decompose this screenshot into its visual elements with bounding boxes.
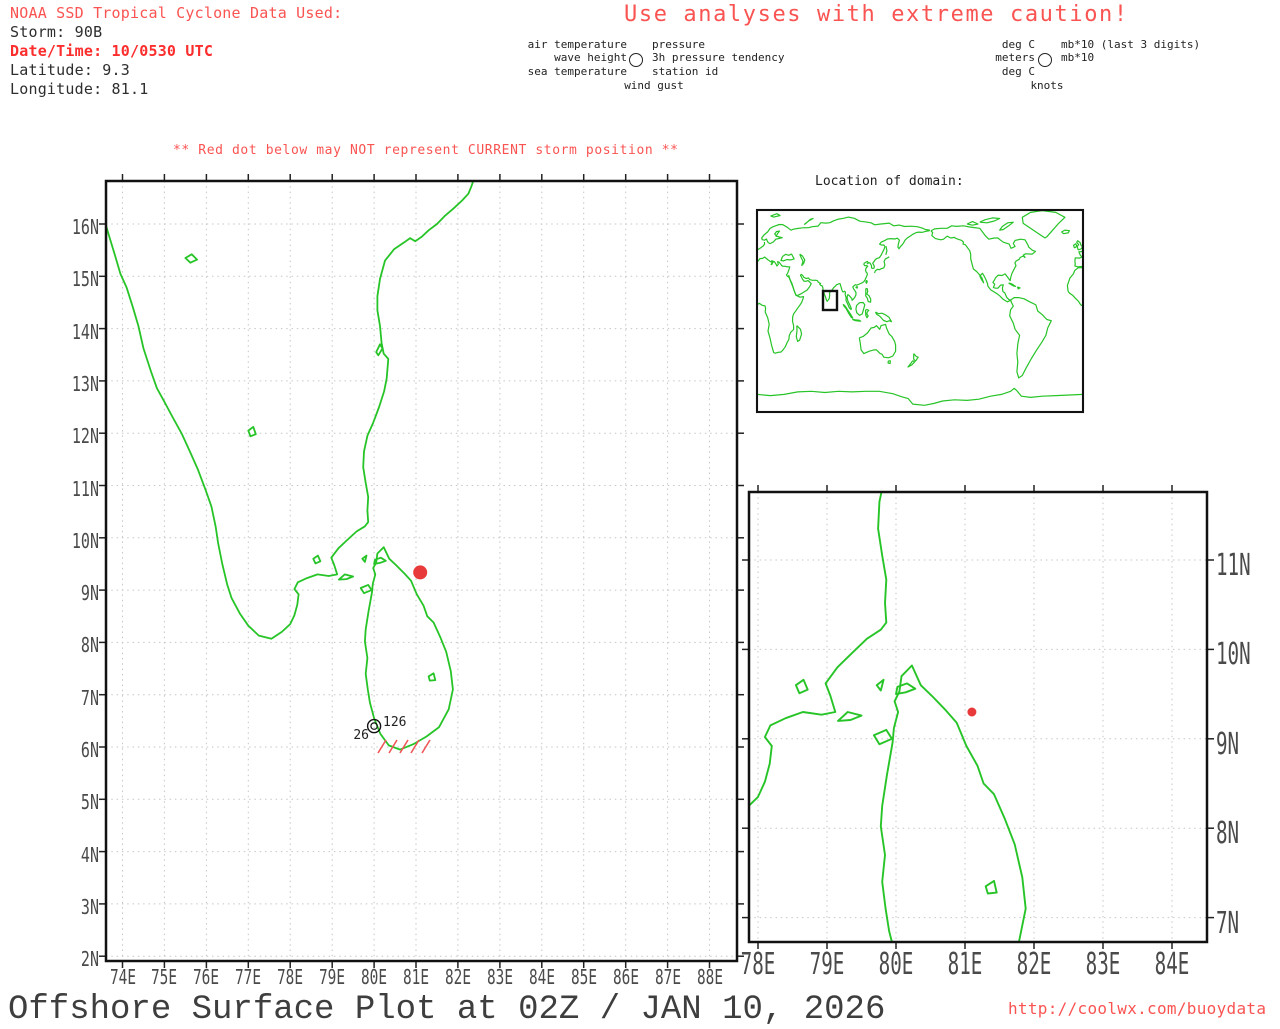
main-x-tick-label: 75E xyxy=(151,965,178,989)
buoy-station-plot[interactable] xyxy=(366,718,382,734)
storm-longitude-line: Longitude: 81.1 xyxy=(10,80,149,98)
unit-pressure-tendency: mb*10 xyxy=(1061,51,1095,64)
zoom-x-tick-label: 84E xyxy=(1154,947,1190,982)
main-x-tick-label: 87E xyxy=(654,965,681,989)
main-x-tick-label: 81E xyxy=(402,965,430,989)
main-x-tick-label: 77E xyxy=(235,965,262,989)
zoom-inset-map xyxy=(742,485,1214,949)
unit-wind-gust: knots xyxy=(1030,79,1064,92)
zoom-x-tick-label: 82E xyxy=(1016,947,1052,982)
main-x-tick-label: 84E xyxy=(528,965,555,989)
main-x-tick-label: 76E xyxy=(193,965,220,989)
legend-pressure: pressure xyxy=(652,38,705,51)
zoom-y-tick-label: 11N xyxy=(1216,548,1251,583)
world-map-frame xyxy=(755,208,1085,414)
main-y-tick-label: 9N xyxy=(80,581,99,606)
coastlines xyxy=(749,492,1027,942)
zoom-y-tick-label: 9N xyxy=(1216,726,1240,762)
zoom-y-tick-label: 7N xyxy=(1216,905,1240,941)
main-y-tick-label: 13N xyxy=(71,371,99,396)
unit-pressure: mb*10 (last 3 digits) xyxy=(1061,38,1201,51)
main-y-tick-label: 8N xyxy=(80,633,99,658)
main-y-tick-label: 10N xyxy=(71,528,99,553)
data-source-line: NOAA SSD Tropical Cyclone Data Used: xyxy=(10,4,343,22)
zoom-y-tick-label: 8N xyxy=(1216,816,1240,852)
storm-latitude-line: Latitude: 9.3 xyxy=(10,61,130,79)
caution-banner: Use analyses with extreme caution! xyxy=(624,2,1129,27)
main-y-tick-label: 16N xyxy=(71,215,99,239)
plot-title: Offshore Surface Plot at 02Z / JAN 10, 2… xyxy=(8,991,886,1029)
main-map xyxy=(99,174,744,968)
axis-ticks xyxy=(742,485,1214,949)
main-y-tick-label: 2N xyxy=(80,947,99,972)
legend-wind-gust: wind gust xyxy=(624,79,684,92)
zoom-x-tick-label: 80E xyxy=(878,947,914,982)
storm-datetime-line: Date/Time: 10/0530 UTC xyxy=(10,42,214,60)
station-pressure-value: 126 xyxy=(383,715,407,730)
grid-lines xyxy=(749,492,1207,942)
buoy-surface-plot-page: { "colors": { "text_red": "#fa5452", "bo… xyxy=(0,0,1280,1029)
main-x-tick-label: 88E xyxy=(696,965,723,989)
legend-wave-height: wave height xyxy=(554,51,627,64)
world-locator-map xyxy=(755,208,1085,414)
main-x-tick-label: 85E xyxy=(570,965,597,989)
zoom-x-tick-label: 79E xyxy=(809,947,845,982)
station-circle-icon xyxy=(1038,53,1052,67)
legend-station-id: station id xyxy=(652,65,719,78)
main-x-tick-label: 74E xyxy=(109,965,136,989)
zoom-x-tick-label: 83E xyxy=(1085,947,1121,982)
zoom-y-tick-label: 10N xyxy=(1216,637,1251,673)
main-y-tick-label: 7N xyxy=(80,685,99,710)
main-y-tick-label: 12N xyxy=(71,424,99,449)
storm-id-line: Storm: 90B xyxy=(10,23,103,41)
main-x-tick-label: 86E xyxy=(612,965,639,989)
main-y-tick-label: 3N xyxy=(80,894,99,919)
zoom-x-tick-label: 78E xyxy=(740,947,776,982)
main-y-tick-label: 14N xyxy=(71,319,99,344)
main-y-tick-label: 15N xyxy=(71,267,99,292)
coastlines xyxy=(106,181,475,751)
main-y-tick-label: 4N xyxy=(80,842,99,867)
storm-position-dot[interactable] xyxy=(413,565,428,580)
legend-air-temperature: air temperature xyxy=(527,38,627,51)
legend-pressure-tendency: 3h pressure tendency xyxy=(652,51,785,64)
unit-sea-temperature: deg C xyxy=(1001,65,1035,78)
main-x-tick-label: 79E xyxy=(319,965,346,989)
main-y-tick-label: 5N xyxy=(80,790,99,815)
domain-inset-title: Location of domain: xyxy=(815,174,964,189)
main-y-tick-label: 6N xyxy=(80,738,99,762)
storm-position-warning: ** Red dot below may NOT represent CURRE… xyxy=(173,143,679,158)
legend-sea-temperature: sea temperature xyxy=(527,65,627,78)
station-circle-icon xyxy=(629,53,643,67)
main-y-tick-label: 11N xyxy=(71,476,99,501)
main-x-tick-label: 83E xyxy=(486,965,513,989)
zoom-x-tick-label: 81E xyxy=(947,947,983,982)
storm-position-dot-inset[interactable] xyxy=(967,707,977,717)
main-x-tick-label: 80E xyxy=(361,965,388,989)
station-temperature-value: 26 xyxy=(353,728,369,743)
unit-air-temperature: deg C xyxy=(1001,38,1035,51)
source-url-link[interactable]: http://coolwx.com/buoydata xyxy=(1008,999,1266,1018)
main-x-tick-label: 78E xyxy=(277,965,304,989)
unit-wave-height: meters xyxy=(995,51,1035,64)
main-x-tick-label: 82E xyxy=(444,965,471,989)
